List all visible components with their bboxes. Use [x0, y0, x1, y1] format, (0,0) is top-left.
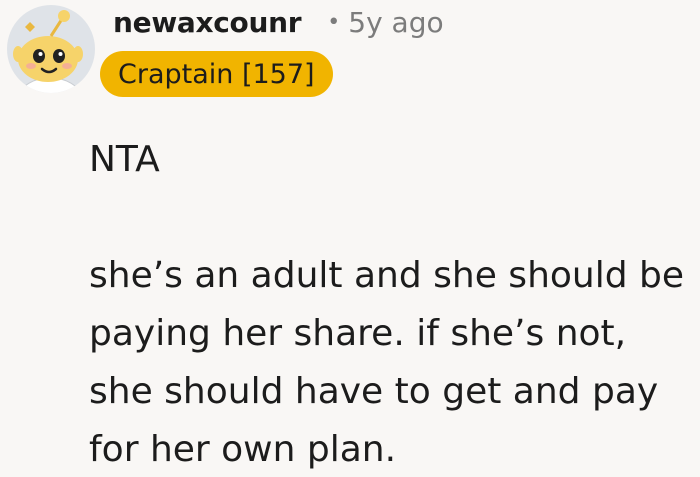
comment-timestamp[interactable]: 5y ago — [348, 6, 443, 39]
user-avatar[interactable] — [6, 4, 96, 94]
comment: newaxcounr • 5y ago Craptain [157] NTA s… — [0, 0, 700, 477]
comment-body: NTA she’s an adult and she should be pay… — [89, 131, 694, 477]
comment-header: newaxcounr • 5y ago — [113, 2, 444, 42]
username-link[interactable]: newaxcounr — [113, 6, 302, 39]
comment-paragraph: she’s an adult and she should be paying … — [89, 255, 685, 470]
comment-paragraph: NTA — [89, 139, 160, 180]
user-flair-badge: Craptain [157] — [100, 51, 333, 97]
snoo-avatar-icon — [7, 5, 95, 93]
separator-dot: • — [327, 9, 341, 35]
